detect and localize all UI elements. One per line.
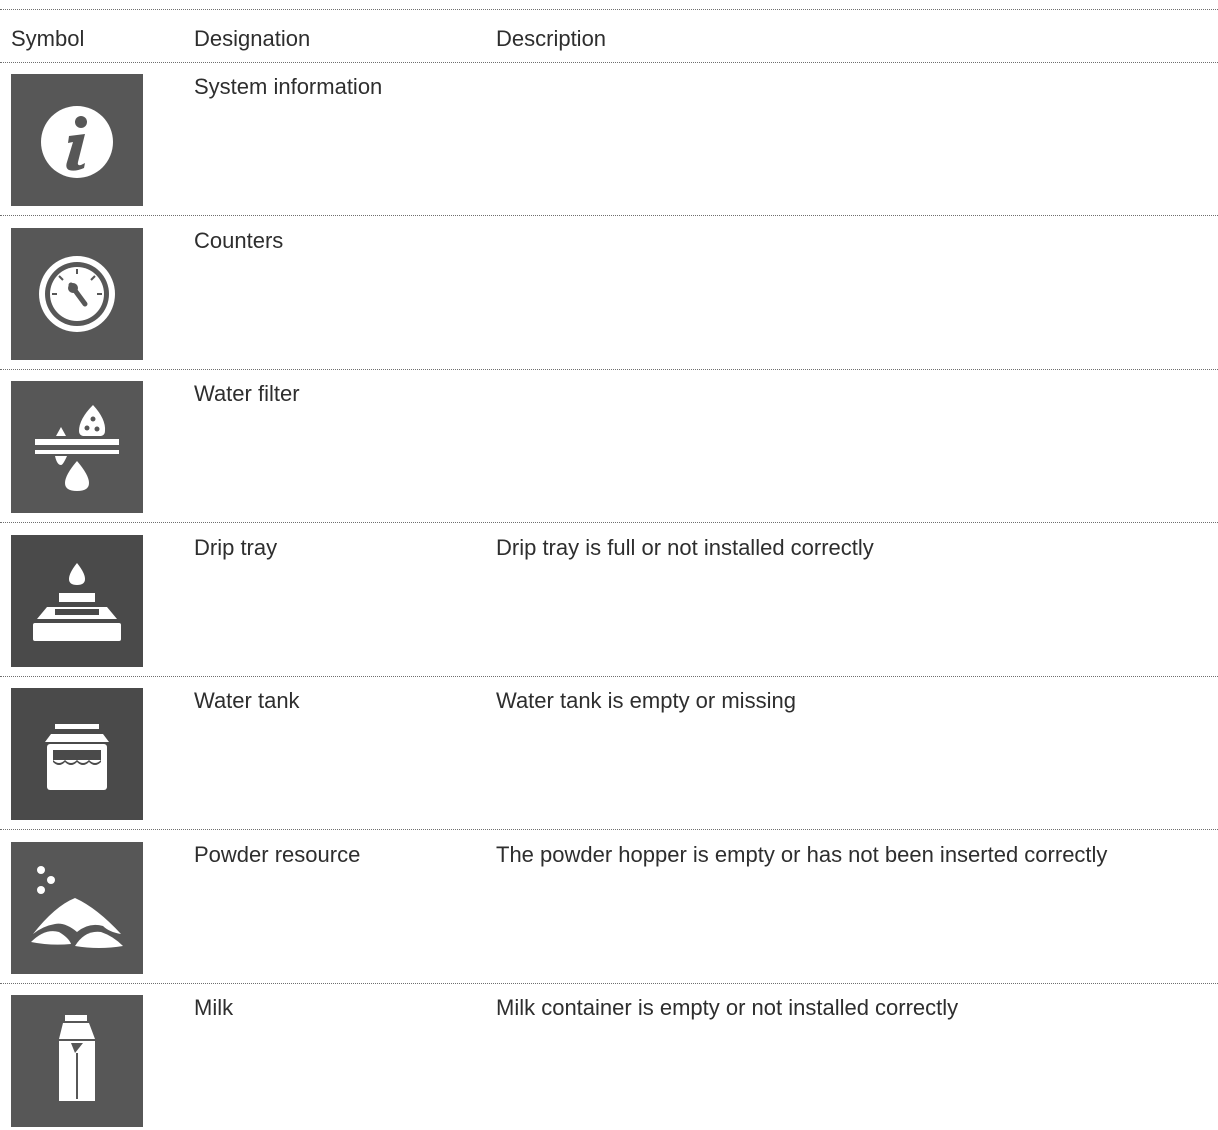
table-top-rule [0, 9, 1218, 10]
row-divider [0, 522, 1218, 523]
header-rule [0, 62, 1218, 63]
column-header-designation: Designation [194, 26, 311, 51]
row-divider [0, 369, 1218, 370]
table-row-description: The powder hopper is empty or has not be… [496, 842, 1108, 867]
table-row-designation: Powder resource [194, 842, 361, 867]
row-divider [0, 829, 1218, 830]
powder-icon [11, 842, 143, 974]
row-divider [0, 676, 1218, 677]
table-row-designation: Water filter [194, 381, 300, 406]
milk-carton-icon [11, 995, 143, 1127]
gauge-icon [11, 228, 143, 360]
column-header-symbol: Symbol [11, 26, 85, 51]
table-row-designation: Drip tray [194, 535, 278, 560]
table-row-designation: Water tank [194, 688, 300, 713]
water-tank-icon [11, 688, 143, 820]
row-divider [0, 215, 1218, 216]
table-row-designation: Milk [194, 995, 234, 1020]
table-row-description: Milk container is empty or not installed… [496, 995, 959, 1020]
table-row-description: Water tank is empty or missing [496, 688, 796, 713]
table-row-designation: System information [194, 74, 383, 99]
column-header-description: Description [496, 26, 607, 51]
row-divider [0, 983, 1218, 984]
table-row-designation: Counters [194, 228, 284, 253]
drip-tray-icon [11, 535, 143, 667]
water-filter-icon [11, 381, 143, 513]
info-icon [11, 74, 143, 206]
table-row-description: Drip tray is full or not installed corre… [496, 535, 874, 560]
